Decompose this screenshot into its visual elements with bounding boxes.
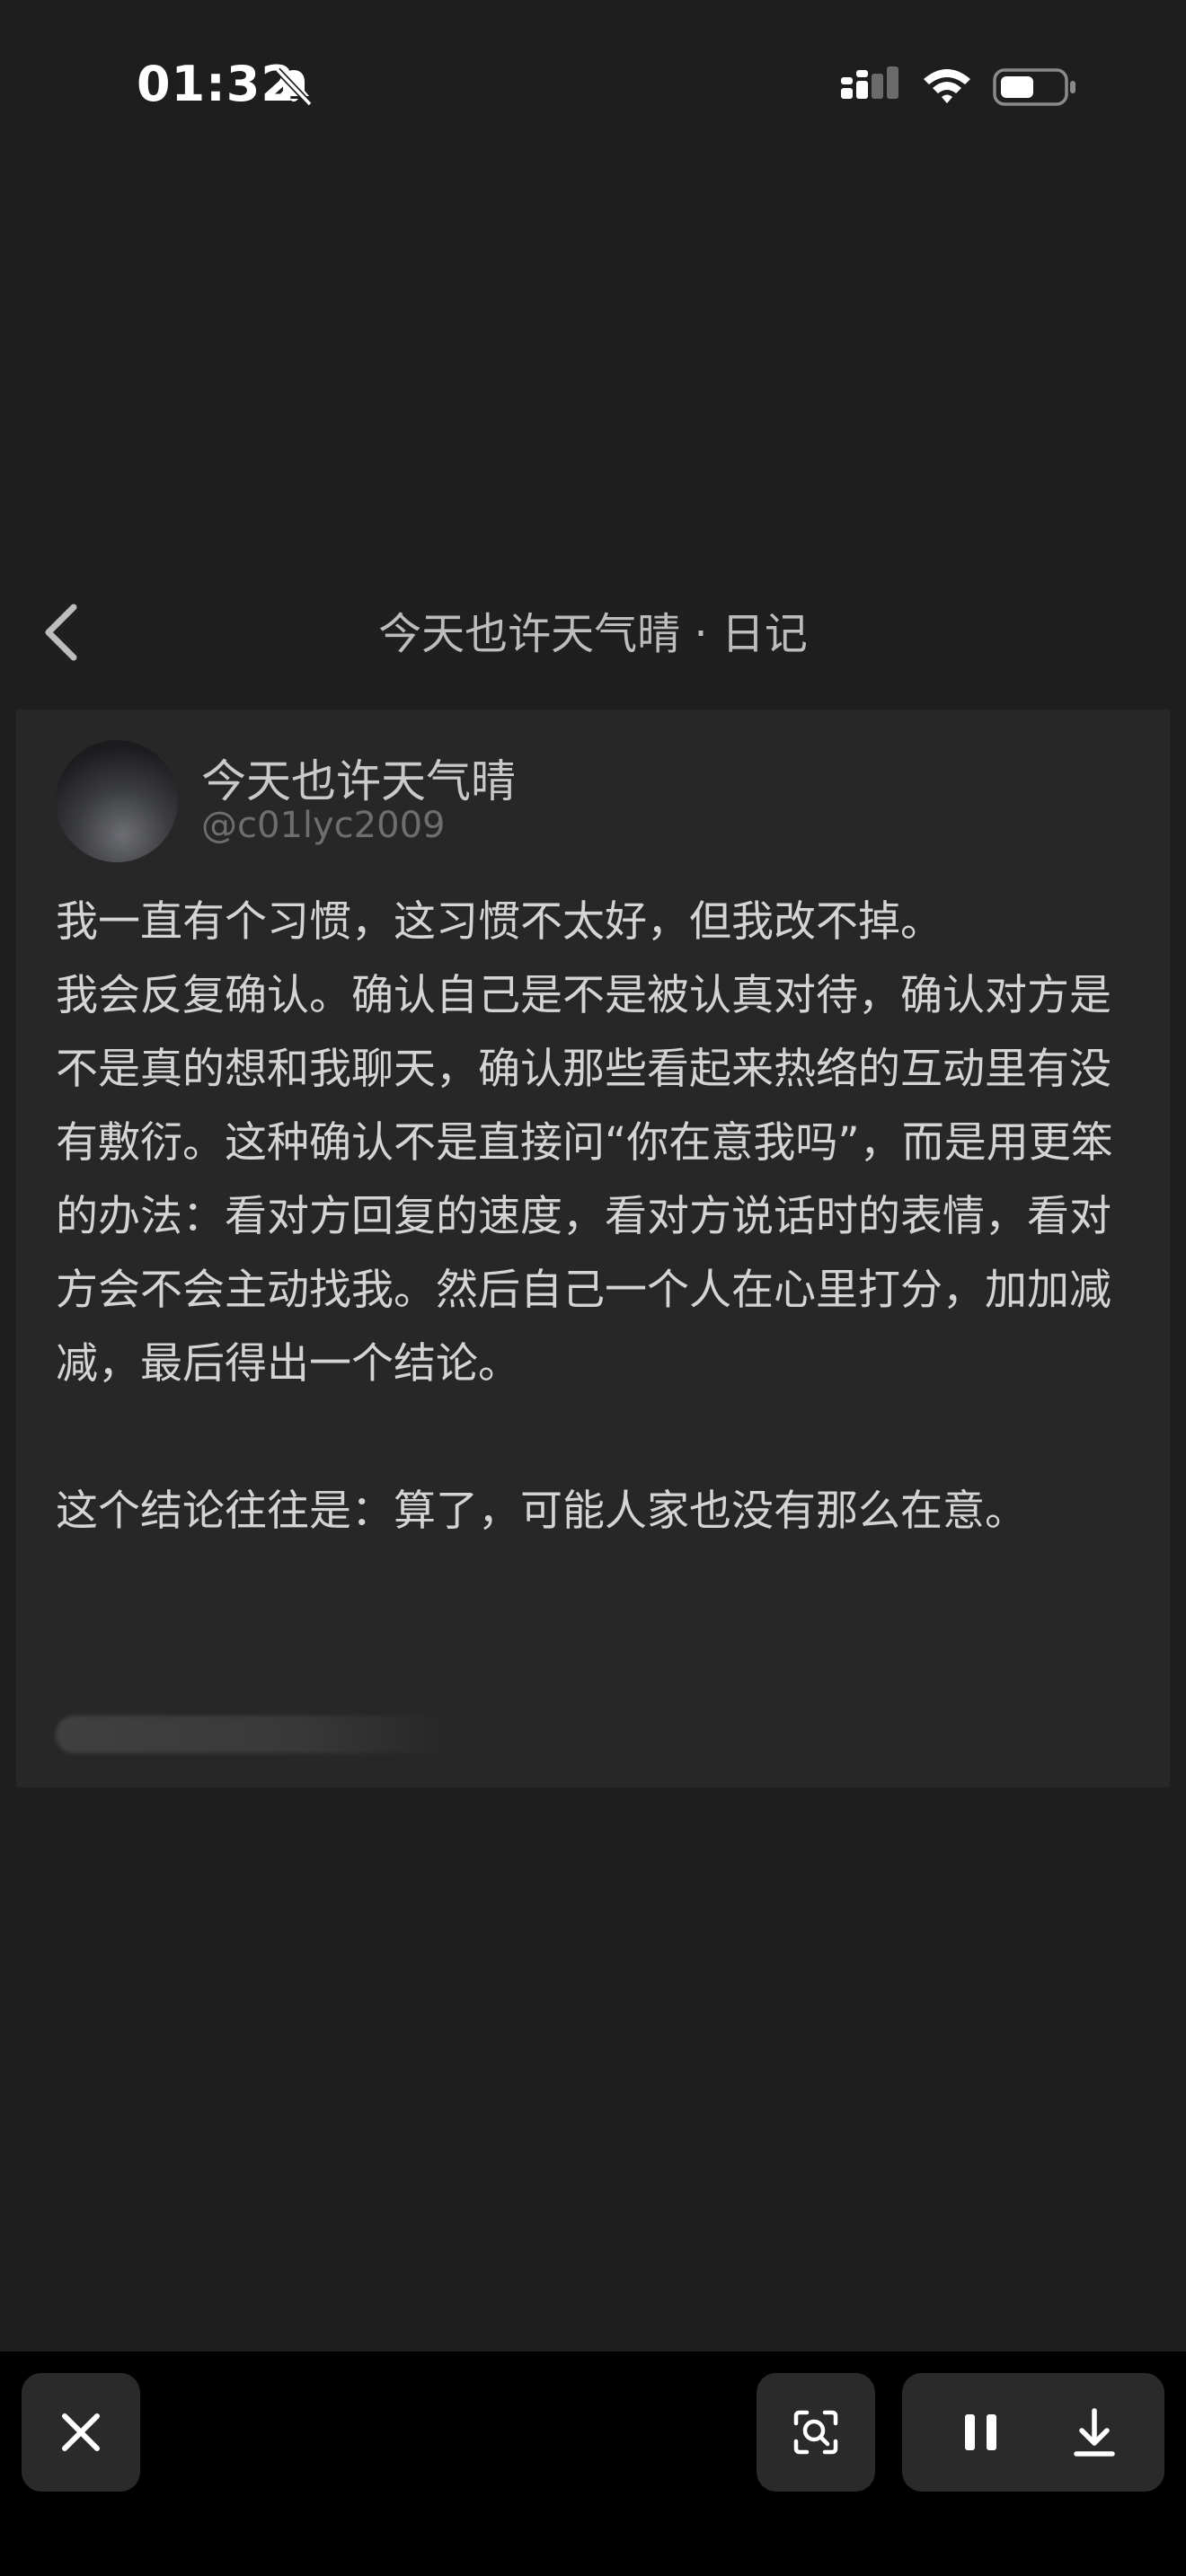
- post-paragraph: 我会反复确认。确认自己是不是被认真对待，确认对方是不是真的想和我聊天，确认那些看…: [56, 971, 1113, 1389]
- page-title: 今天也许天气晴 · 日记: [378, 609, 808, 659]
- battery-icon: [993, 68, 1075, 106]
- close-icon: [62, 2413, 100, 2451]
- wifi-icon: [924, 69, 970, 103]
- close-button[interactable]: [22, 2373, 140, 2492]
- status-bar: 01:32: [0, 0, 1186, 180]
- signal-icon: [841, 66, 898, 99]
- scan-text-icon: [793, 2410, 838, 2455]
- post-body: 我一直有个习惯，这习惯不太好，但我改不掉。 我会反复确认。确认自己是不是被认真对…: [56, 886, 1143, 1548]
- page-header: 今天也许天气晴 · 日记: [0, 560, 1186, 704]
- author-handle: @c01lyc2009: [201, 805, 446, 846]
- diary-post-card: 今天也许天气晴 @c01lyc2009 我一直有个习惯，这习惯不太好，但我改不掉…: [16, 710, 1170, 1787]
- download-icon[interactable]: [1049, 2373, 1139, 2492]
- author-name[interactable]: 今天也许天气晴: [201, 745, 516, 810]
- avatar[interactable]: [56, 740, 178, 862]
- bottom-toolbar: [0, 2351, 1186, 2576]
- media-controls: [902, 2373, 1164, 2492]
- pause-icon[interactable]: [938, 2373, 1028, 2492]
- scan-text-button[interactable]: [757, 2373, 875, 2492]
- faded-post-meta: [56, 1716, 451, 1753]
- post-paragraph: 这个结论往往是：算了，可能人家也没有那么在意。: [56, 1486, 1027, 1536]
- post-paragraph: 我一直有个习惯，这习惯不太好，但我改不掉。: [56, 897, 943, 947]
- bell-slash-icon: [275, 67, 313, 107]
